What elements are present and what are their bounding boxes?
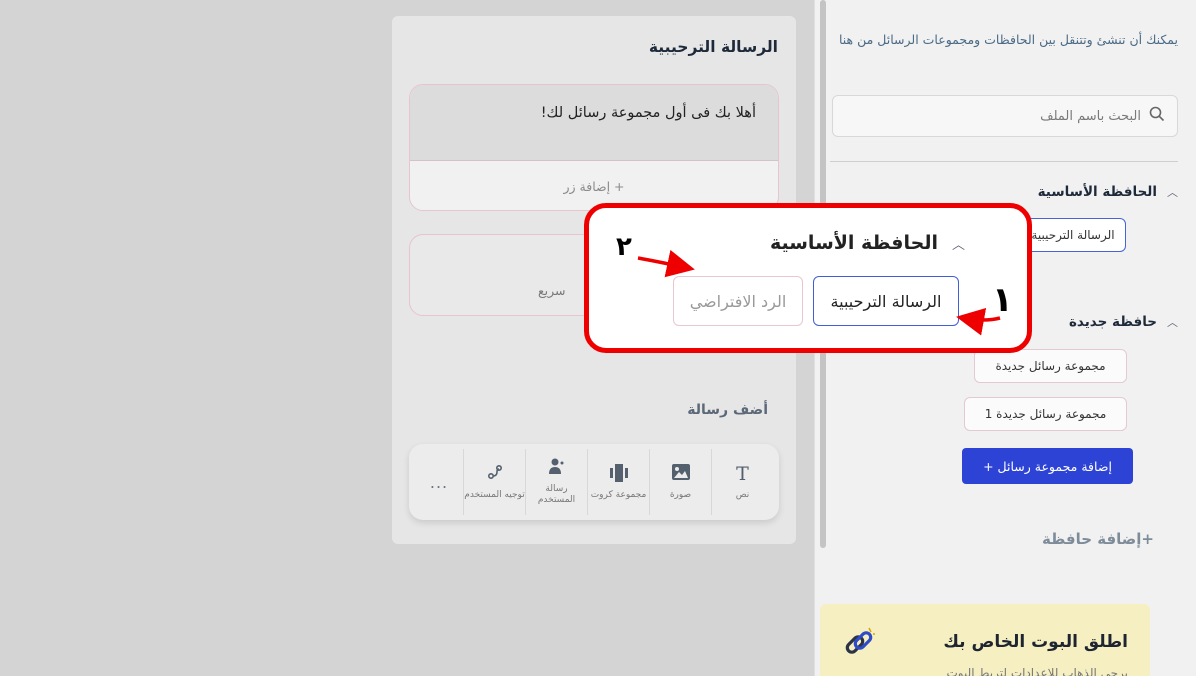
arrow-2 bbox=[637, 249, 695, 278]
annotation-arrows bbox=[637, 249, 1001, 336]
arrow-1 bbox=[956, 307, 1001, 336]
